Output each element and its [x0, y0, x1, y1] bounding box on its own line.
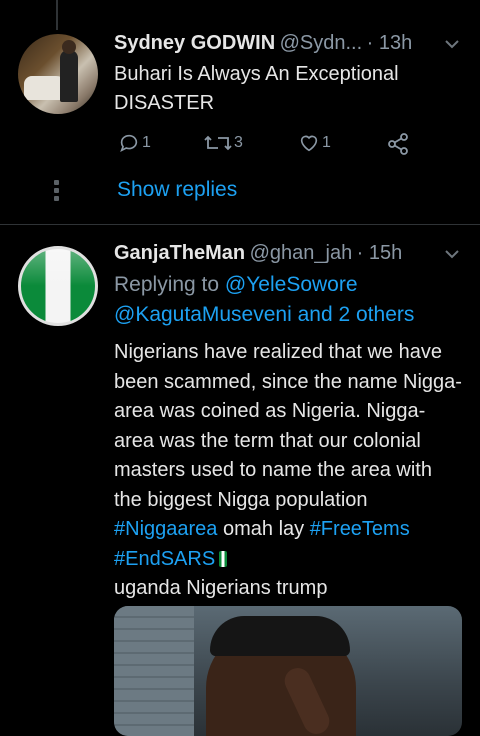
show-replies-link[interactable]: Show replies — [117, 178, 237, 202]
heart-icon — [300, 135, 318, 152]
tweet-media-image[interactable] — [114, 606, 462, 736]
avatar[interactable] — [18, 246, 98, 326]
share-icon — [388, 133, 408, 155]
nigeria-flag-icon — [219, 550, 228, 567]
retweet-button[interactable]: 3 — [204, 132, 243, 154]
thread-line — [56, 0, 58, 30]
reply-icon — [120, 134, 138, 153]
like-count: 1 — [322, 134, 331, 151]
tweet-text: Buhari Is Always An Exceptional DISASTER — [114, 63, 399, 114]
author-name[interactable]: GanjaTheMan — [114, 242, 245, 264]
reply-button[interactable]: 1 — [118, 132, 151, 154]
like-button[interactable]: 1 — [298, 132, 331, 154]
retweet-icon — [204, 135, 232, 151]
avatar[interactable] — [18, 34, 98, 114]
tweet-header: GanjaTheMan @ghan_jah · 15h — [114, 242, 402, 265]
replying-to: Replying to @YeleSowore @KagutaMuseveni … — [114, 273, 415, 326]
tweet-actions: 1 3 1 — [114, 132, 434, 158]
tweet-1[interactable]: Sydney GODWIN @Sydn... · 13h Buhari Is A… — [0, 0, 480, 224]
others-link[interactable]: and 2 others — [298, 303, 415, 326]
author-handle[interactable]: @Sydn... — [280, 32, 363, 54]
divider — [0, 224, 480, 225]
hashtag-link[interactable]: #Niggaarea — [114, 518, 217, 540]
tweet-text: Nigerians have realized that we have bee… — [114, 341, 462, 599]
author-handle[interactable]: @ghan_jah — [250, 242, 353, 264]
timestamp: · 13h — [366, 32, 413, 54]
share-button[interactable] — [386, 132, 410, 156]
reply-count: 1 — [142, 134, 151, 151]
mention-link[interactable]: @KagutaMuseveni — [114, 303, 292, 326]
retweet-count: 3 — [234, 134, 243, 151]
hashtag-link[interactable]: #EndSARS — [114, 548, 215, 570]
chevron-down-icon[interactable] — [444, 36, 460, 54]
hashtag-link[interactable]: #FreeTems — [310, 518, 410, 540]
chevron-down-icon[interactable] — [444, 246, 460, 264]
author-name[interactable]: Sydney GODWIN — [114, 32, 275, 54]
tweet-header: Sydney GODWIN @Sydn... · 13h — [114, 32, 412, 55]
mention-link[interactable]: @YeleSowore — [225, 273, 358, 296]
timestamp: · 15h — [356, 242, 403, 264]
thread-dots — [54, 180, 59, 204]
